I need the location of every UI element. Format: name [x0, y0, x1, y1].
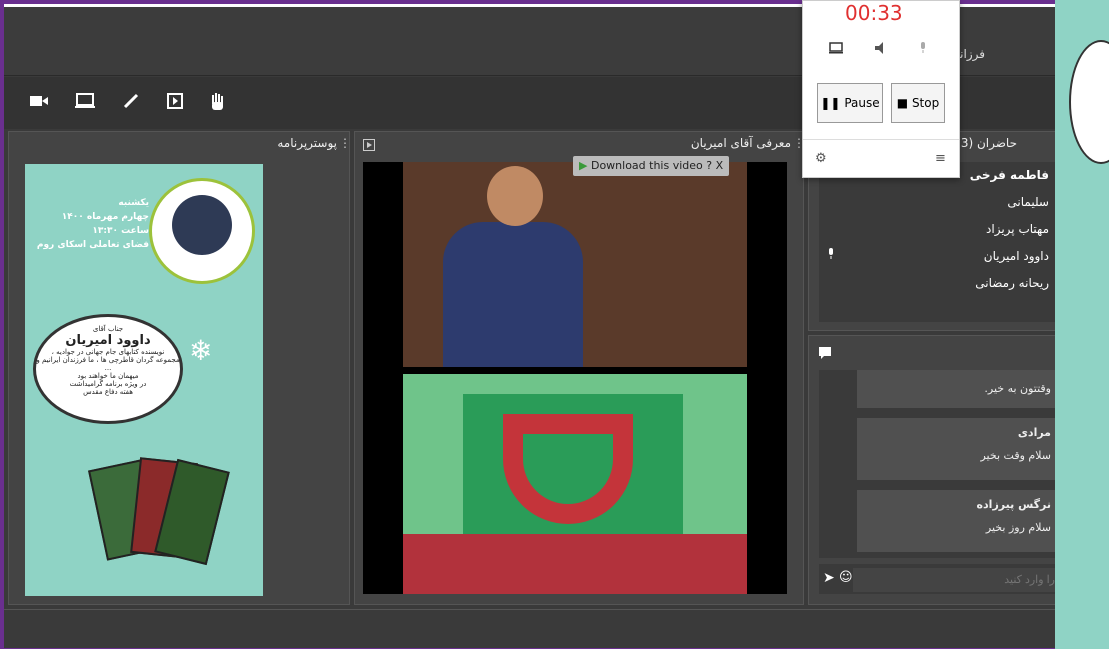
chat-messages: وقتتون به خیر. مرادی سلام وقت بخير نرگس …: [819, 370, 1057, 558]
stop-button[interactable]: ■ Stop: [891, 83, 945, 123]
snowflake-icon: ❄: [189, 334, 213, 367]
video-frame-interview: [403, 162, 747, 367]
chat-message: وقتتون به خیر.: [857, 370, 1057, 408]
chat-pod: وقتتون به خیر. مرادی سلام وقت بخير نرگس …: [808, 335, 1097, 605]
speech-bubble: جناب آقای داوود امیریان نویسنده کتابهای …: [33, 314, 183, 424]
recording-timer: 00:33: [845, 1, 903, 25]
pod-title: پوسترپرنامه: [277, 136, 337, 150]
attendee-item[interactable]: سلیمانی: [819, 189, 1057, 216]
pod-menu-icon[interactable]: ⋮: [339, 136, 351, 150]
pod-menu-icon[interactable]: ⋮: [793, 136, 805, 150]
stop-icon: ■: [896, 96, 909, 110]
attendee-item[interactable]: مهتاب پریزاد: [819, 216, 1057, 243]
video-frame-studio: [403, 374, 747, 594]
pause-icon: ❚❚: [820, 96, 841, 110]
screen-share-icon[interactable]: [74, 93, 96, 113]
settings-gear-icon[interactable]: ⚙: [815, 151, 827, 166]
footer-bar: [4, 609, 1105, 648]
poster-pod: ⋮ پوسترپرنامه يكشنبه چهارم مهرماه ۱۴۰۰ س…: [8, 131, 351, 605]
attendee-item[interactable]: داوود امیریان: [819, 243, 1057, 270]
video-pod: ⋮ معرفی آقای امیریان ▶ Download this vid…: [354, 131, 805, 605]
pen-icon[interactable]: [120, 93, 142, 113]
pause-button[interactable]: ❚❚ Pause: [817, 83, 883, 123]
chat-icon: [819, 344, 831, 363]
video-player[interactable]: [363, 162, 787, 594]
list-menu-icon[interactable]: ≡: [935, 151, 946, 166]
download-video-button[interactable]: ▶ Download this video ? X: [573, 156, 730, 176]
emoji-icon[interactable]: ☺: [839, 570, 853, 585]
guest-photo: [149, 178, 255, 284]
speaker-icon[interactable]: [875, 39, 887, 58]
attendee-item[interactable]: ریحانه رمضانی: [819, 270, 1057, 297]
poster-image: يكشنبه چهارم مهرماه ۱۴۰۰ ساعت ۱۳:۳۰ فضای…: [25, 164, 263, 596]
pod-title: معرفی آقای امیریان: [690, 136, 791, 150]
event-info: يكشنبه چهارم مهرماه ۱۴۰۰ ساعت ۱۳:۳۰ فضای…: [36, 198, 149, 250]
screen-icon[interactable]: [829, 39, 843, 58]
attendee-list: فاطمه فرخی سلیمانی مهتاب پریزاد داوود ام…: [819, 162, 1057, 322]
poster-overflow-decor: [1055, 0, 1109, 649]
recording-panel: 00:33 ❚❚ Pause ■ Stop ⚙ ≡: [802, 0, 960, 178]
present-icon[interactable]: [164, 93, 186, 113]
video-camera-icon[interactable]: [28, 93, 50, 113]
video-pod-icon: [363, 136, 375, 155]
raise-hand-icon[interactable]: [206, 93, 228, 113]
microphone-icon: [827, 243, 835, 270]
chat-message: مرادی سلام وقت بخير: [857, 418, 1057, 480]
play-icon: ▶: [579, 159, 588, 172]
send-icon[interactable]: ➤: [823, 570, 835, 586]
chat-message: نرگس پیرزاده سلام روز بخير: [857, 490, 1057, 552]
close-icon[interactable]: X: [716, 159, 724, 172]
help-icon[interactable]: ?: [706, 159, 712, 172]
microphone-icon[interactable]: [919, 39, 927, 58]
chat-input-bar: ➤ ☺: [819, 564, 1097, 594]
